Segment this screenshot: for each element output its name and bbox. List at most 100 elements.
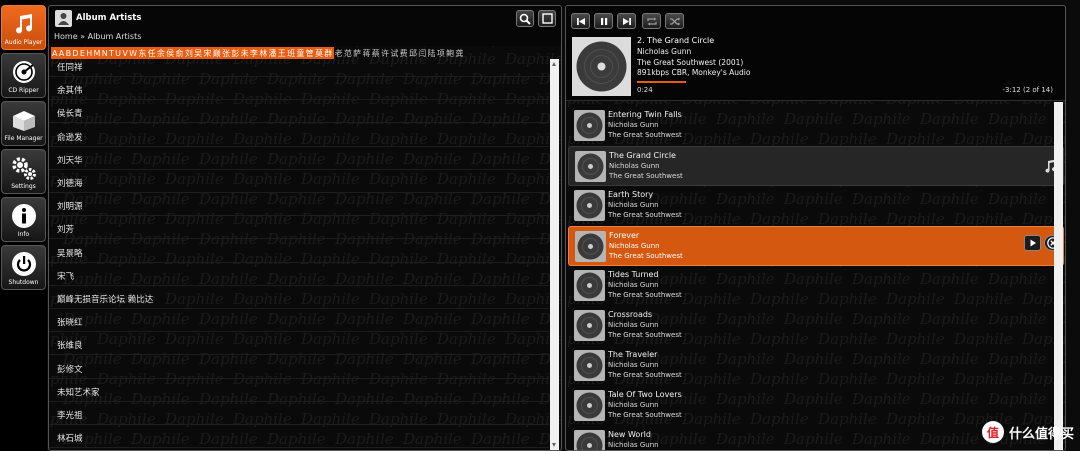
artist-list-item[interactable]: 张维良 xyxy=(57,339,83,351)
alphabet-letter[interactable]: 蔡 xyxy=(372,48,380,59)
alphabet-letter[interactable]: 萨 xyxy=(353,48,361,59)
artist-list-item[interactable]: 彭修文 xyxy=(57,363,83,375)
alphabet-letter[interactable]: U xyxy=(115,49,121,58)
alphabet-letter[interactable]: 吴 xyxy=(194,48,202,59)
alphabet-letter[interactable]: 童 xyxy=(296,48,304,59)
alphabet-letter[interactable]: 费 xyxy=(400,48,408,59)
playlist-track[interactable]: Earth Story Nicholas Gunn The Great Southw… xyxy=(568,186,1064,226)
artist-list-item[interactable]: 刘芳 xyxy=(57,223,74,235)
progress-bar[interactable] xyxy=(637,81,686,83)
scroll-down-icon[interactable] xyxy=(552,443,556,447)
alphabet-letter[interactable]: 宋 xyxy=(203,48,211,59)
select-button[interactable] xyxy=(538,10,556,27)
artist-list-item[interactable]: 李光祖 xyxy=(57,409,83,421)
search-button[interactable] xyxy=(516,10,534,27)
info-icon xyxy=(9,201,39,231)
artist-list-item[interactable]: 吴景略 xyxy=(57,247,83,259)
artist-list-item[interactable]: 林石城 xyxy=(57,432,83,444)
artist-list-item[interactable]: 任同祥 xyxy=(57,61,83,73)
alphabet-letter[interactable]: M xyxy=(94,49,101,58)
nav-shutdown[interactable]: Shutdown xyxy=(1,245,46,290)
library-scrollbar[interactable] xyxy=(550,59,559,450)
nav-cd-ripper[interactable]: CD Ripper xyxy=(1,53,46,98)
nav-file-manager[interactable]: File Manager xyxy=(1,101,46,146)
artist-list-item[interactable]: 余其伟 xyxy=(57,84,83,96)
shuffle-button[interactable] xyxy=(665,13,684,29)
alphabet-letter[interactable]: E xyxy=(80,49,85,58)
playlist-track[interactable]: Entering Twin Falls Nicholas Gunn The Grea… xyxy=(568,106,1064,146)
alphabet-letter[interactable]: 东 xyxy=(138,48,146,59)
breadcrumb[interactable]: Home » Album Artists xyxy=(54,32,141,41)
artist-list-item[interactable]: 侯长青 xyxy=(57,107,83,119)
track-title: Crossroads xyxy=(608,310,653,319)
alphabet-letter[interactable]: A xyxy=(59,49,64,58)
repeat-button[interactable] xyxy=(642,13,661,29)
playlist-scrollbar[interactable] xyxy=(1054,102,1063,450)
alphabet-letter[interactable]: 刘 xyxy=(185,48,193,59)
alphabet-letter[interactable]: 管 xyxy=(306,48,314,59)
alphabet-letter[interactable]: 王 xyxy=(278,48,286,59)
alphabet-letter[interactable]: 潘 xyxy=(268,48,276,59)
alphabet-letter[interactable]: 李 xyxy=(250,48,258,59)
playlist-track[interactable]: Tale Of Two Lovers Nicholas Gunn The Great… xyxy=(568,386,1064,426)
brand-logo: 值 什么值得买 xyxy=(981,421,1074,443)
alphabet-letter[interactable]: 侯 xyxy=(166,48,174,59)
vinyl-record-icon xyxy=(574,390,605,421)
alphabet-letter[interactable]: 巅 xyxy=(213,48,221,59)
alphabet-letter[interactable]: 群 xyxy=(324,48,332,59)
alphabet-letter[interactable]: H xyxy=(86,49,92,58)
alphabet-letter[interactable]: T xyxy=(109,49,114,58)
previous-button[interactable] xyxy=(571,13,590,29)
playlist-track[interactable]: Crossroads Nicholas Gunn The Great Southwe… xyxy=(568,306,1064,346)
alphabet-letter[interactable]: 林 xyxy=(259,48,267,59)
alphabet-letter[interactable]: 试 xyxy=(390,48,398,59)
alphabet-letter[interactable]: 张 xyxy=(222,48,230,59)
alphabet-letter[interactable]: V xyxy=(122,49,127,58)
nav-info[interactable]: Info xyxy=(1,197,46,242)
play-track-button[interactable] xyxy=(1024,235,1041,251)
alphabet-letter[interactable]: 鲍 xyxy=(446,48,454,59)
artist-list-item[interactable]: 刘天华 xyxy=(57,154,83,166)
playlist-track[interactable]: The Grand Circle Nicholas Gunn The Great S… xyxy=(568,146,1064,186)
alphabet-letter[interactable]: D xyxy=(72,49,78,58)
alphabet-letter[interactable]: 许 xyxy=(381,48,389,59)
artist-list-item[interactable]: 宋飞 xyxy=(57,270,74,282)
artist-list-item[interactable]: 巅峰无损音乐论坛 赖比达 xyxy=(57,293,153,305)
alphabet-letter[interactable]: 余 xyxy=(157,48,165,59)
alphabet-letter[interactable]: 范 xyxy=(344,48,352,59)
elapsed-time: 0:24 xyxy=(637,86,653,94)
brand-text: 什么值得买 xyxy=(1008,426,1074,442)
alphabet-letter[interactable]: 龚 xyxy=(455,48,463,59)
alphabet-letter[interactable]: 班 xyxy=(287,48,295,59)
nav-settings[interactable]: Settings xyxy=(1,149,46,194)
album-cover xyxy=(572,37,631,96)
alphabet-letter[interactable]: 陆 xyxy=(428,48,436,59)
alphabet-letter[interactable]: 蒋 xyxy=(362,48,370,59)
artist-list-item[interactable]: 刘明源 xyxy=(57,200,83,212)
playlist-track[interactable]: The Traveler Nicholas Gunn The Great South… xyxy=(568,346,1064,386)
scroll-up-icon[interactable] xyxy=(552,62,556,66)
artist-list-item[interactable]: 张晓红 xyxy=(57,316,83,328)
alphabet-letter[interactable]: 俞 xyxy=(176,48,184,59)
alphabet-letter[interactable]: 项 xyxy=(437,48,445,59)
pause-button[interactable] xyxy=(594,13,613,29)
artist-list-item[interactable]: 未知艺术家 xyxy=(57,386,100,398)
playlist-track[interactable]: Forever Nicholas Gunn The Great Southwest xyxy=(568,226,1064,266)
alphabet-letter[interactable]: A xyxy=(52,49,57,58)
nav-audio-player[interactable]: Audio Player xyxy=(1,5,46,50)
alphabet-letter[interactable]: 任 xyxy=(148,48,156,59)
alphabet-letter[interactable]: 未 xyxy=(241,48,249,59)
pause-icon xyxy=(600,17,607,25)
next-button[interactable] xyxy=(617,13,636,29)
alphabet-letter[interactable]: B xyxy=(66,49,72,58)
alphabet-letter[interactable]: 莫 xyxy=(315,48,323,59)
alphabet-letter[interactable]: 闫 xyxy=(418,48,426,59)
alphabet-letter[interactable]: W xyxy=(129,49,137,58)
playlist-track[interactable]: Tides Turned Nicholas Gunn The Great South… xyxy=(568,266,1064,306)
alphabet-letter[interactable]: N xyxy=(102,49,108,58)
artist-list-item[interactable]: 俞逊发 xyxy=(57,131,83,143)
alphabet-letter[interactable]: 老 xyxy=(335,48,343,59)
alphabet-letter[interactable]: 邱 xyxy=(409,48,417,59)
artist-list-item[interactable]: 刘德海 xyxy=(57,177,83,189)
alphabet-letter[interactable]: 彭 xyxy=(231,48,239,59)
